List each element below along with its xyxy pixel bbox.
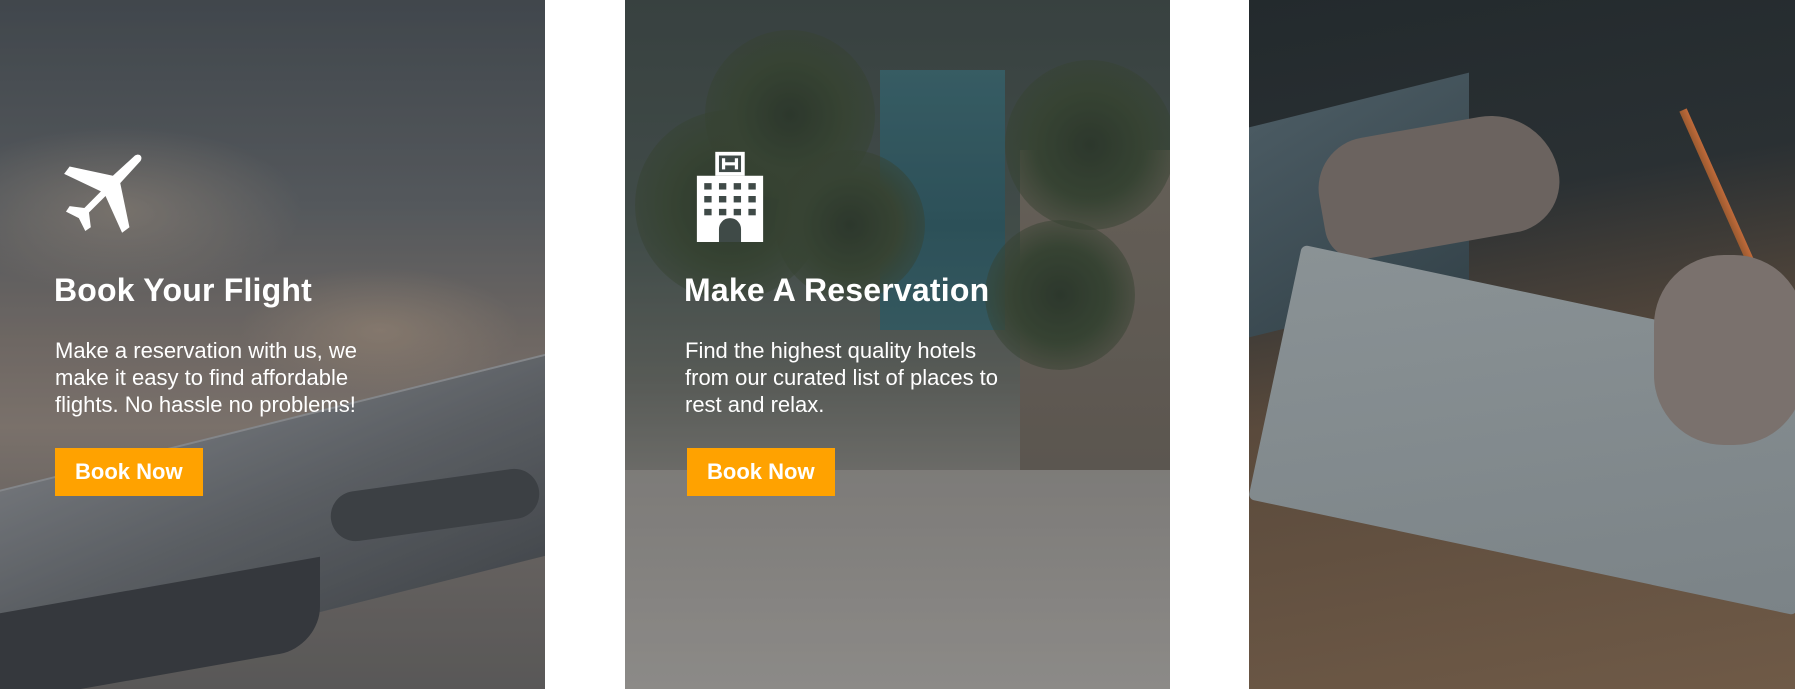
- flight-card-title: Book Your Flight: [54, 272, 312, 308]
- service-cards-strip: Book Your Flight Make a reservation with…: [0, 0, 1795, 689]
- writing-hand-image: [1654, 255, 1795, 445]
- notes-card-background: [1249, 0, 1795, 689]
- hotel-card-title: Make A Reservation: [684, 272, 990, 308]
- notes-card: [1249, 0, 1795, 689]
- flight-card-content: Book Your Flight Make a reservation with…: [54, 150, 494, 496]
- hotel-card: Make A Reservation Find the highest qual…: [625, 0, 1170, 689]
- hotel-card-description: Find the highest quality hotels from our…: [685, 338, 999, 417]
- flight-card: Book Your Flight Make a reservation with…: [0, 0, 545, 689]
- hotel-icon: [696, 151, 764, 242]
- airplane-icon: [64, 154, 142, 233]
- book-flight-button[interactable]: Book Now: [55, 448, 203, 496]
- flight-card-description: Make a reservation with us, we make it e…: [55, 338, 358, 417]
- book-hotel-button[interactable]: Book Now: [687, 448, 835, 496]
- hotel-card-content: Make A Reservation Find the highest qual…: [684, 150, 1124, 496]
